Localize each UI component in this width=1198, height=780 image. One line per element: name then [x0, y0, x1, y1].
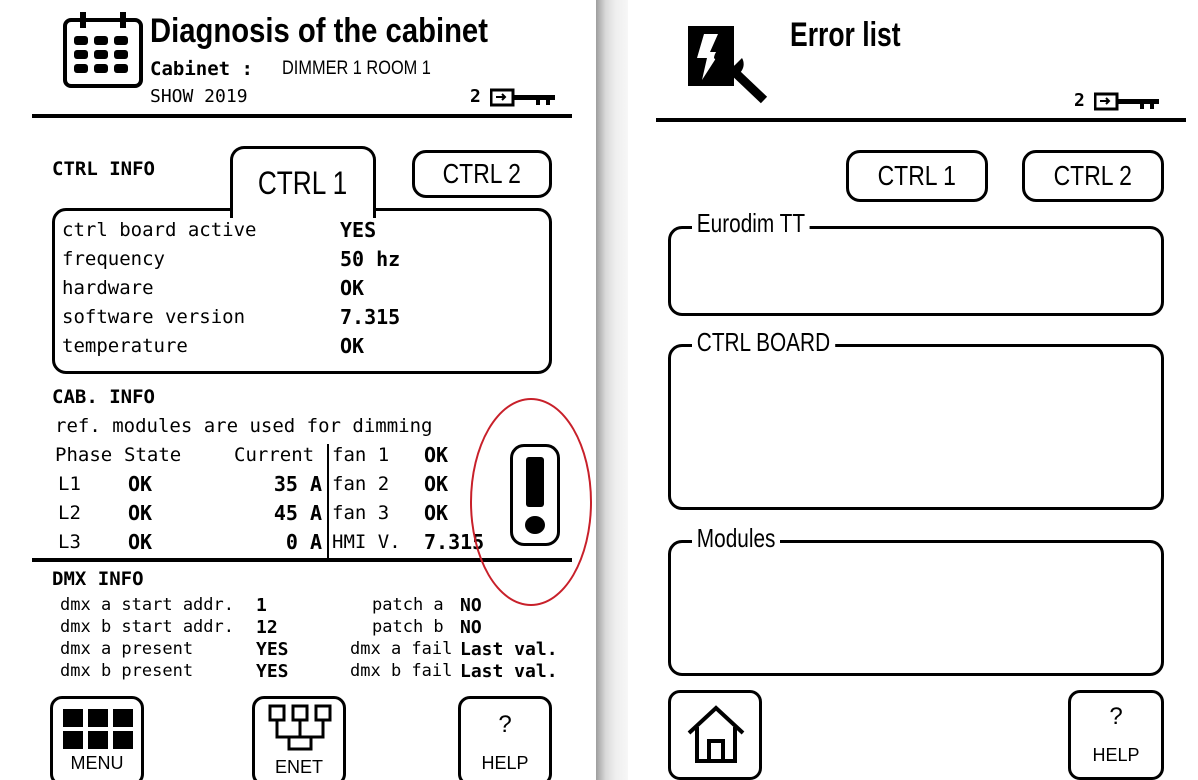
dmx-row-value: 1: [256, 595, 267, 616]
home-icon: [687, 705, 745, 763]
ctrl-row-label: software version: [62, 306, 246, 328]
network-icon: [268, 704, 332, 751]
phase-current: 35 A: [273, 472, 322, 496]
fan-value: OK: [424, 501, 449, 525]
tab-ctrl-1-label: CTRL 1: [258, 165, 348, 201]
dmx-row-value2: NO: [460, 617, 482, 638]
help-button[interactable]: ? HELP: [458, 696, 552, 780]
fan-label: fan 1: [332, 444, 390, 466]
ctrl-board-section: [668, 344, 1164, 510]
ctrl-row-label: ctrl board active: [62, 219, 257, 241]
phase-state: OK: [128, 501, 153, 525]
ctrl-row-value: OK: [340, 276, 365, 300]
phase-state: OK: [128, 472, 153, 496]
header-divider: [656, 118, 1186, 122]
dmx-row-value2: Last val.: [460, 661, 558, 682]
cabinet-label: Cabinet :: [150, 58, 253, 80]
highlight-circle: [470, 398, 592, 606]
tab-ctrl-2[interactable]: CTRL 2: [1022, 150, 1164, 202]
cabinet-diagnosis-screen: Diagnosis of the cabinet Cabinet : DIMME…: [0, 0, 596, 780]
tab-ctrl-2-label: CTRL 2: [442, 158, 522, 189]
screen-separator: [596, 0, 628, 780]
phase-name: L1: [58, 473, 81, 495]
dmx-row-value: 12: [256, 617, 278, 638]
help-icon: ?: [498, 711, 512, 738]
menu-button[interactable]: MENU: [50, 696, 144, 780]
ctrl-info-label: CTRL INFO: [52, 158, 155, 180]
dmx-row-value2: NO: [460, 595, 482, 616]
eurodim-section: [668, 226, 1164, 316]
dmx-row-value: YES: [256, 661, 289, 682]
phase-state: OK: [128, 530, 153, 554]
show-name: SHOW 2019: [150, 86, 248, 107]
fan-value: OK: [424, 443, 449, 467]
ctrl-row-label: hardware: [62, 277, 154, 299]
error-repair-icon: [688, 26, 768, 104]
dmx-row-label2: patch b: [372, 617, 444, 637]
phase-name: L2: [58, 502, 81, 524]
tab-ctrl-2-label: CTRL 2: [1053, 160, 1133, 191]
tab-ctrl-1-label: CTRL 1: [877, 160, 957, 191]
cab-info-label: CAB. INFO: [52, 386, 155, 408]
ctrl-row-value: 7.315: [340, 305, 401, 329]
key-icon: [1094, 92, 1159, 111]
dmx-info-label: DMX INFO: [52, 568, 144, 590]
dmx-row-value2: Last val.: [460, 639, 558, 660]
ctrl-row-value: YES: [340, 218, 377, 242]
dmx-row-label2: patch a: [372, 595, 444, 615]
dmx-row-label2: dmx b fail: [350, 661, 453, 681]
ctrl-row-value: OK: [340, 334, 365, 358]
grid-menu-icon: [63, 709, 133, 749]
phase-current: 45 A: [273, 501, 322, 525]
tab-ctrl-2[interactable]: CTRL 2: [412, 150, 552, 198]
key-icon: [490, 88, 555, 107]
access-level: 2: [470, 86, 481, 107]
phase-current: 0 A: [285, 530, 322, 554]
fan-label: fan 3: [332, 502, 390, 524]
current-header: Current: [234, 444, 315, 466]
phase-header: Phase: [55, 444, 113, 466]
state-header: State: [124, 444, 182, 466]
enet-button-label: ENET: [274, 757, 323, 777]
dmx-row-label: dmx a start addr.: [60, 595, 234, 615]
fan-value: OK: [424, 472, 449, 496]
cabinet-name: DIMMER 1 ROOM 1: [282, 58, 431, 79]
hmi-version-label: HMI V.: [332, 531, 401, 553]
ctrl-board-section-title: CTRL BOARD: [692, 327, 835, 358]
error-list-screen: Error list 2 CTRL 1 CTRL 2 Eurodim TT CT…: [628, 0, 1198, 780]
access-level: 2: [1074, 90, 1085, 111]
phase-name: L3: [58, 531, 81, 553]
tab-ctrl-1[interactable]: CTRL 1: [846, 150, 988, 202]
ctrl-row-value: 50 hz: [340, 247, 401, 271]
dmx-row-label: dmx a present: [60, 639, 194, 659]
help-button-label: HELP: [1092, 745, 1140, 765]
menu-button-label: MENU: [70, 753, 124, 773]
dmx-row-value: YES: [256, 639, 289, 660]
modules-section: [668, 540, 1164, 676]
page-title: Diagnosis of the cabinet: [150, 12, 488, 50]
enet-button[interactable]: ENET: [252, 696, 346, 780]
home-button[interactable]: [668, 690, 762, 780]
dmx-row-label: dmx b present: [60, 661, 194, 681]
ctrl-row-label: temperature: [62, 335, 188, 357]
eurodim-section-title: Eurodim TT: [692, 208, 810, 239]
ctrl-row-label: frequency: [62, 248, 165, 270]
page-title: Error list: [790, 16, 901, 54]
dmx-row-label2: dmx a fail: [350, 639, 453, 659]
dmx-row-label: dmx b start addr.: [60, 617, 234, 637]
column-divider: [327, 444, 329, 558]
help-button[interactable]: ? HELP: [1068, 690, 1164, 780]
header-divider: [32, 114, 572, 118]
help-button-label: HELP: [481, 753, 529, 773]
help-icon: ?: [1109, 703, 1123, 730]
fan-label: fan 2: [332, 473, 390, 495]
calendar-icon: [63, 12, 143, 88]
cab-info-note: ref. modules are used for dimming: [55, 415, 433, 437]
modules-section-title: Modules: [692, 523, 781, 554]
